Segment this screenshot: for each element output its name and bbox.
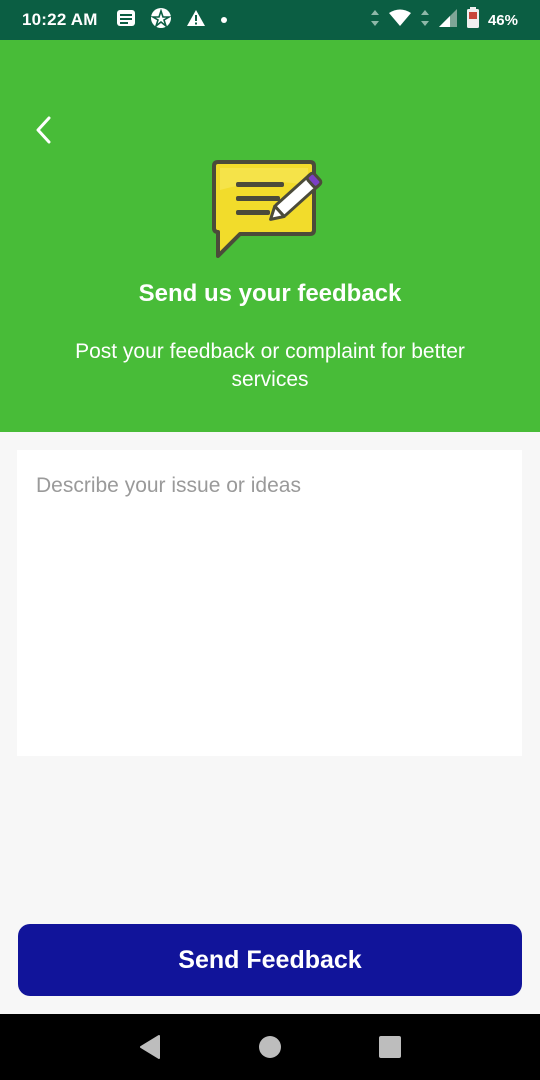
status-notification-icons	[116, 7, 228, 34]
back-button[interactable]	[24, 110, 64, 150]
app-icon	[149, 7, 172, 34]
battery-icon	[466, 6, 480, 34]
status-time: 10:22 AM	[22, 10, 98, 29]
nav-home-button[interactable]	[250, 1027, 290, 1067]
status-system-icons: 46%	[370, 6, 518, 34]
data-arrows-icon	[420, 8, 430, 33]
feedback-input[interactable]	[17, 450, 522, 756]
data-arrows-icon	[370, 8, 380, 33]
signal-icon	[438, 8, 458, 33]
status-bar: 10:22 AM 46%	[0, 0, 540, 40]
recents-square-icon	[379, 1036, 401, 1058]
feedback-illustration	[210, 156, 330, 266]
nav-back-button[interactable]	[130, 1027, 170, 1067]
wifi-icon	[388, 9, 412, 32]
nav-recents-button[interactable]	[370, 1027, 410, 1067]
back-triangle-icon	[140, 1035, 160, 1059]
page-subtitle: Post your feedback or complaint for bett…	[75, 340, 465, 391]
dot-icon	[220, 11, 228, 29]
notification-icon	[116, 9, 136, 32]
send-feedback-button[interactable]: Send Feedback	[18, 924, 522, 996]
feedback-header: Send us your feedback Post your feedback…	[0, 40, 540, 432]
page-title: Send us your feedback	[138, 280, 402, 307]
home-circle-icon	[259, 1036, 281, 1058]
back-icon	[36, 116, 51, 144]
battery-percentage: 46%	[487, 11, 518, 29]
warning-icon	[186, 9, 206, 32]
system-nav-bar	[0, 1014, 540, 1080]
